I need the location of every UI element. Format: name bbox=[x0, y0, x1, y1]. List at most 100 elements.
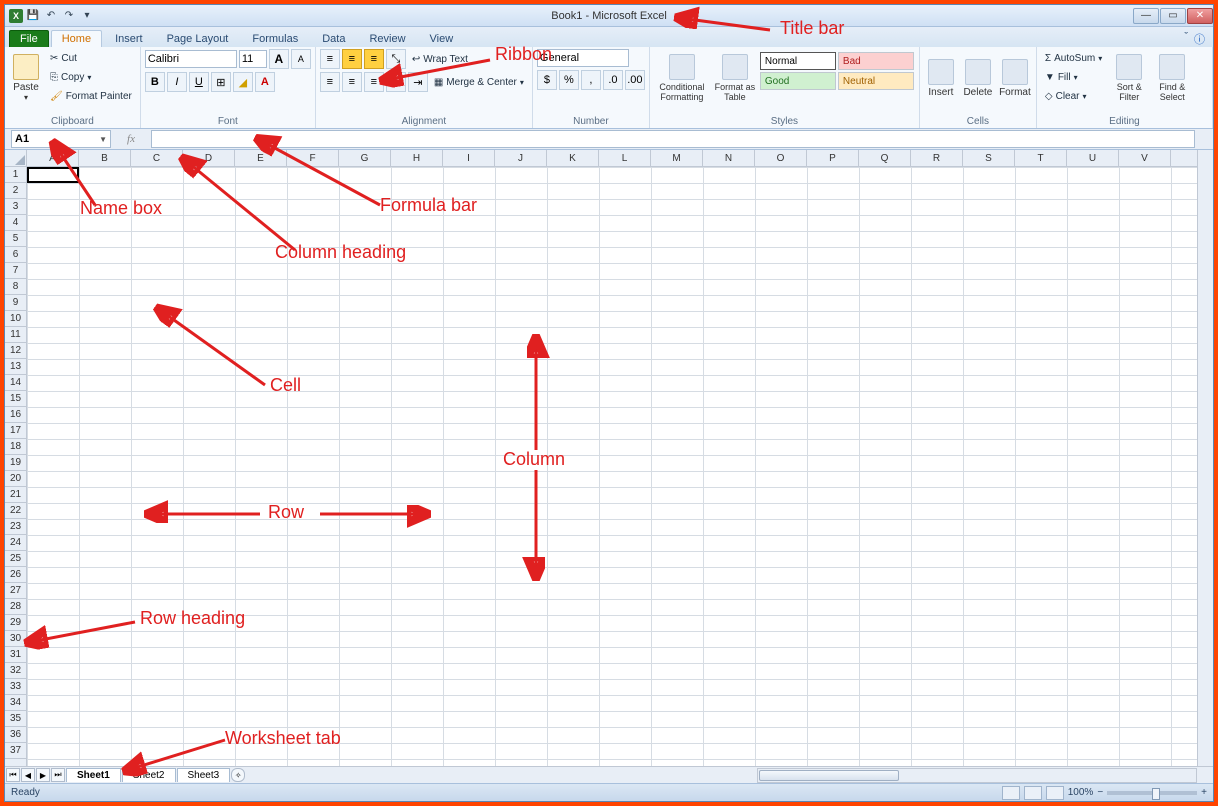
row-header[interactable]: 33 bbox=[5, 679, 26, 695]
paste-button[interactable]: Paste▾ bbox=[9, 49, 43, 107]
increase-decimal-button[interactable]: .0 bbox=[603, 70, 623, 90]
style-good[interactable]: Good bbox=[760, 72, 836, 90]
column-header[interactable]: F bbox=[287, 150, 339, 166]
align-middle-button[interactable]: ≡ bbox=[342, 49, 362, 69]
name-box[interactable]: A1 ▼ bbox=[11, 130, 111, 148]
row-header[interactable]: 13 bbox=[5, 359, 26, 375]
tab-home[interactable]: Home bbox=[51, 30, 102, 47]
close-button[interactable]: ✕ bbox=[1187, 8, 1213, 24]
underline-button[interactable]: U bbox=[189, 72, 209, 92]
select-all-button[interactable] bbox=[5, 150, 26, 167]
column-header[interactable]: N bbox=[703, 150, 755, 166]
style-neutral[interactable]: Neutral bbox=[838, 72, 914, 90]
tab-nav-prev[interactable]: ◀ bbox=[21, 768, 35, 782]
tab-file[interactable]: File bbox=[9, 30, 49, 47]
sheet-tab-1[interactable]: Sheet1 bbox=[66, 768, 121, 782]
copy-button[interactable]: ⎘Copy▾ bbox=[46, 68, 136, 86]
fill-button[interactable]: ▼Fill▾ bbox=[1041, 68, 1106, 86]
column-header[interactable]: E bbox=[235, 150, 287, 166]
zoom-out-button[interactable]: − bbox=[1097, 787, 1103, 798]
row-header[interactable]: 35 bbox=[5, 711, 26, 727]
view-normal-button[interactable] bbox=[1002, 786, 1020, 800]
row-header[interactable]: 3 bbox=[5, 199, 26, 215]
tab-page-layout[interactable]: Page Layout bbox=[156, 30, 240, 47]
maximize-button[interactable]: ▭ bbox=[1160, 8, 1186, 24]
font-color-button[interactable]: A bbox=[255, 72, 275, 92]
row-header[interactable]: 27 bbox=[5, 583, 26, 599]
row-header[interactable]: 21 bbox=[5, 487, 26, 503]
format-painter-button[interactable]: 🖌Format Painter bbox=[46, 87, 136, 105]
row-header[interactable]: 15 bbox=[5, 391, 26, 407]
row-header[interactable]: 32 bbox=[5, 663, 26, 679]
currency-button[interactable]: $ bbox=[537, 70, 557, 90]
font-name-input[interactable] bbox=[145, 50, 237, 68]
align-left-button[interactable]: ≡ bbox=[320, 72, 340, 92]
row-header[interactable]: 10 bbox=[5, 311, 26, 327]
column-header[interactable]: P bbox=[807, 150, 859, 166]
merge-center-button[interactable]: ▦Merge & Center▾ bbox=[430, 73, 528, 91]
view-pagebreak-button[interactable] bbox=[1046, 786, 1064, 800]
tab-nav-first[interactable]: ⏮ bbox=[6, 768, 20, 782]
redo-button[interactable]: ↷ bbox=[61, 8, 77, 24]
undo-button[interactable]: ↶ bbox=[43, 8, 59, 24]
row-header[interactable]: 36 bbox=[5, 727, 26, 743]
row-header[interactable]: 26 bbox=[5, 567, 26, 583]
column-header[interactable]: I bbox=[443, 150, 495, 166]
style-bad[interactable]: Bad bbox=[838, 52, 914, 70]
row-header[interactable]: 11 bbox=[5, 327, 26, 343]
row-header[interactable]: 24 bbox=[5, 535, 26, 551]
row-header[interactable]: 22 bbox=[5, 503, 26, 519]
row-header[interactable]: 30 bbox=[5, 631, 26, 647]
column-header[interactable]: J bbox=[495, 150, 547, 166]
fx-icon[interactable]: fx bbox=[127, 133, 135, 145]
help-icon[interactable]: ⓘ bbox=[1194, 31, 1205, 47]
style-normal[interactable]: Normal bbox=[760, 52, 836, 70]
zoom-slider[interactable] bbox=[1107, 791, 1197, 795]
row-header[interactable]: 9 bbox=[5, 295, 26, 311]
cut-button[interactable]: ✂Cut bbox=[46, 49, 136, 67]
column-header[interactable]: V bbox=[1119, 150, 1171, 166]
save-button[interactable]: 💾 bbox=[25, 8, 41, 24]
column-header[interactable]: C bbox=[131, 150, 183, 166]
row-header[interactable]: 8 bbox=[5, 279, 26, 295]
align-center-button[interactable]: ≡ bbox=[342, 72, 362, 92]
decrease-indent-button[interactable]: ⇤ bbox=[386, 72, 406, 92]
column-header[interactable]: A bbox=[27, 150, 79, 166]
row-header[interactable]: 16 bbox=[5, 407, 26, 423]
find-select-button[interactable]: Find & Select bbox=[1152, 49, 1192, 107]
column-header[interactable]: S bbox=[963, 150, 1015, 166]
row-header[interactable]: 17 bbox=[5, 423, 26, 439]
column-header[interactable]: H bbox=[391, 150, 443, 166]
clear-button[interactable]: ◇Clear▾ bbox=[1041, 87, 1106, 105]
autosum-button[interactable]: ΣAutoSum▾ bbox=[1041, 49, 1106, 67]
tab-insert[interactable]: Insert bbox=[104, 30, 154, 47]
tab-review[interactable]: Review bbox=[358, 30, 416, 47]
increase-indent-button[interactable]: ⇥ bbox=[408, 72, 428, 92]
sheet-tab-3[interactable]: Sheet3 bbox=[177, 768, 231, 782]
new-sheet-button[interactable]: ✧ bbox=[231, 768, 245, 782]
row-header[interactable]: 4 bbox=[5, 215, 26, 231]
column-header[interactable]: Q bbox=[859, 150, 911, 166]
tab-view[interactable]: View bbox=[419, 30, 465, 47]
bold-button[interactable]: B bbox=[145, 72, 165, 92]
tab-formulas[interactable]: Formulas bbox=[241, 30, 309, 47]
row-header[interactable]: 12 bbox=[5, 343, 26, 359]
decrease-decimal-button[interactable]: .00 bbox=[625, 70, 645, 90]
horizontal-scrollbar[interactable] bbox=[757, 768, 1197, 783]
format-as-table-button[interactable]: Format as Table bbox=[713, 49, 757, 107]
wrap-text-button[interactable]: ↩Wrap Text bbox=[408, 50, 472, 68]
name-box-dropdown-icon[interactable]: ▼ bbox=[99, 135, 107, 144]
orientation-button[interactable]: ⤡ bbox=[386, 49, 406, 69]
row-header[interactable]: 1 bbox=[5, 167, 26, 183]
row-header[interactable]: 6 bbox=[5, 247, 26, 263]
row-header[interactable]: 2 bbox=[5, 183, 26, 199]
column-header[interactable]: D bbox=[183, 150, 235, 166]
fill-color-button[interactable]: ◢ bbox=[233, 72, 253, 92]
column-header[interactable]: R bbox=[911, 150, 963, 166]
column-header[interactable]: G bbox=[339, 150, 391, 166]
row-header[interactable]: 37 bbox=[5, 743, 26, 759]
row-header[interactable]: 29 bbox=[5, 615, 26, 631]
row-header[interactable]: 25 bbox=[5, 551, 26, 567]
row-header[interactable]: 34 bbox=[5, 695, 26, 711]
column-header[interactable]: K bbox=[547, 150, 599, 166]
